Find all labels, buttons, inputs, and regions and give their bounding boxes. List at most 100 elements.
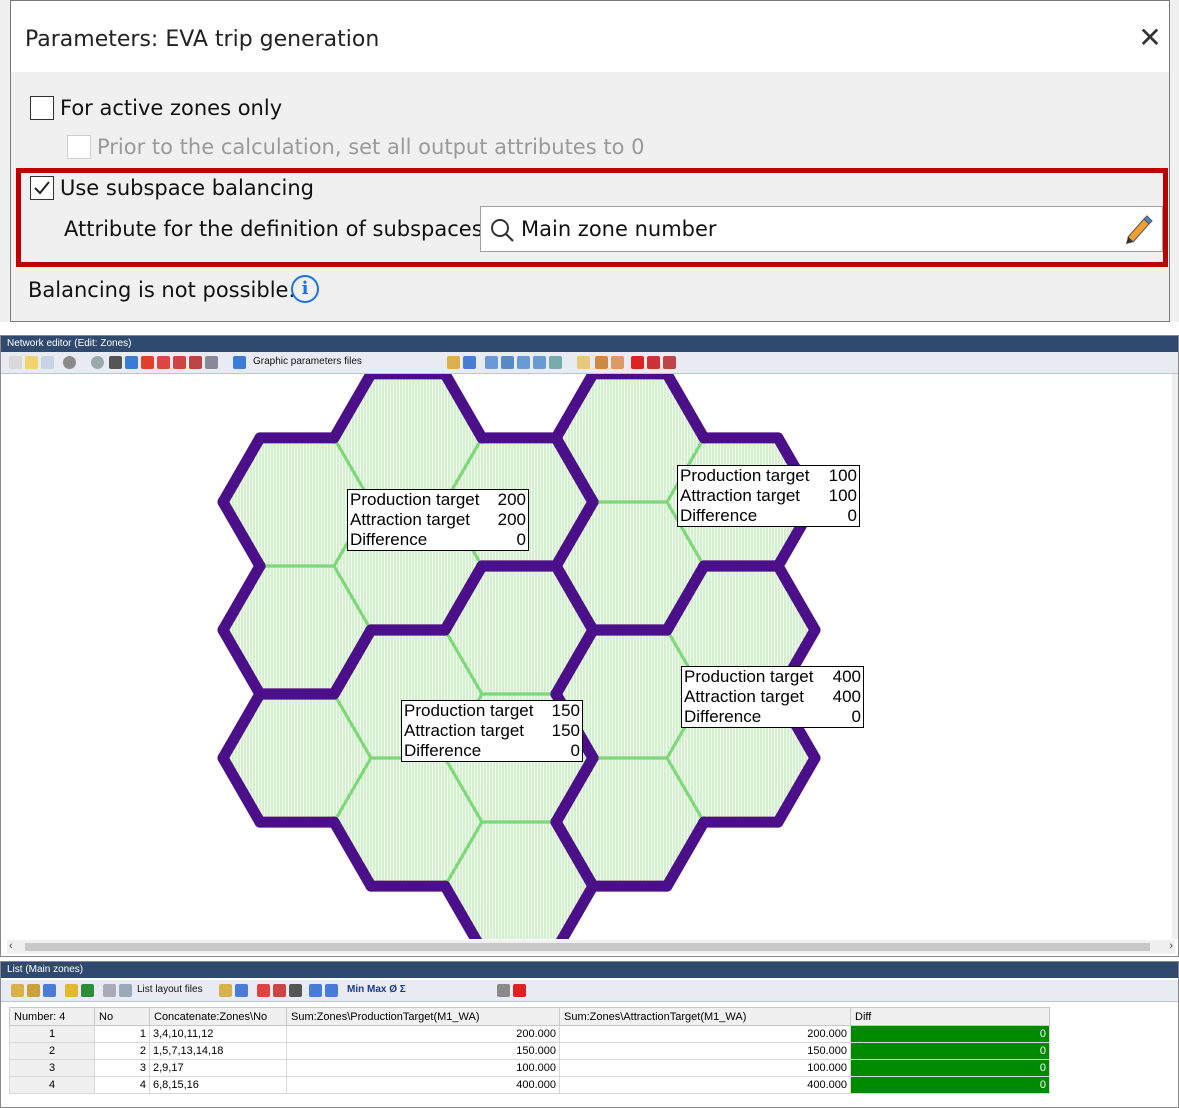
back-icon[interactable] [517, 356, 530, 369]
select-columns-icon[interactable] [103, 984, 116, 997]
excel-icon[interactable] [81, 984, 94, 997]
prod-value: 400 [832, 667, 861, 686]
save-layout-icon[interactable] [235, 984, 248, 997]
print-icon[interactable] [205, 356, 218, 369]
record-icon[interactable] [631, 356, 644, 369]
sort-desc-icon[interactable] [325, 984, 338, 997]
scroll-right-icon[interactable]: › [1169, 940, 1173, 952]
record-icon[interactable] [497, 984, 510, 997]
cell-zones: 2,9,17 [149, 1059, 287, 1077]
edit-icon[interactable] [611, 356, 624, 369]
select-icon[interactable] [25, 356, 38, 369]
graphic-params-files[interactable]: Graphic parameters files [253, 356, 362, 367]
filter-icon[interactable] [257, 984, 270, 997]
select-box-icon[interactable] [41, 356, 54, 369]
dialog-titlebar: Parameters: EVA trip generation ✕ [10, 0, 1170, 72]
marker-icon[interactable] [91, 356, 104, 369]
zone-label-100: Production target 100 Attraction target 10… [677, 465, 860, 527]
active-zones-checkbox[interactable] [30, 96, 54, 120]
stop-icon[interactable] [513, 984, 526, 997]
table-row[interactable]: 2 2 1,5,7,13,14,18 150.000 150.000 0 [9, 1042, 1050, 1060]
cell-attraction: 200.000 [559, 1025, 851, 1043]
filter-edit-icon[interactable] [173, 356, 186, 369]
network-editor-toolbar: Graphic parameters files [1, 352, 1178, 374]
attribute-label: Attribute for the definition of subspace… [64, 217, 490, 241]
col-diff[interactable]: Diff [850, 1007, 1050, 1026]
attr-label: Attraction target [684, 687, 805, 706]
layers-icon[interactable] [141, 356, 154, 369]
layout-icon[interactable] [119, 984, 132, 997]
grid-icon[interactable] [647, 356, 660, 369]
cell-no: 2 [94, 1042, 150, 1060]
graphic-params-icon[interactable] [233, 356, 246, 369]
cell-zones: 3,4,10,11,12 [149, 1025, 287, 1043]
col-concatenate[interactable]: Concatenate:Zones\No [149, 1007, 287, 1026]
node-icon[interactable] [63, 356, 76, 369]
diff-label: Difference [404, 741, 482, 760]
pencil-icon[interactable] [1120, 213, 1154, 247]
close-icon[interactable]: ✕ [1135, 23, 1165, 53]
table-row[interactable]: 4 4 6,8,15,16 400.000 400.000 0 [9, 1076, 1050, 1094]
list-layout-files[interactable]: List layout files [137, 984, 203, 995]
measure-icon[interactable] [595, 356, 608, 369]
table-row[interactable]: 1 1 3,4,10,11,12 200.000 200.000 0 [9, 1025, 1050, 1043]
scroll-thumb[interactable] [25, 943, 1150, 951]
copy-icon[interactable] [11, 984, 24, 997]
pan-icon[interactable] [577, 356, 590, 369]
cell-production: 100.000 [286, 1059, 560, 1077]
binoculars-icon[interactable] [289, 984, 302, 997]
dialog: Parameters: EVA trip generation ✕ For ac… [0, 0, 1179, 322]
subspace-label: Use subspace balancing [60, 176, 314, 200]
view-icon[interactable] [549, 356, 562, 369]
cell-no: 3 [94, 1059, 150, 1077]
zoom-in-icon[interactable] [501, 356, 514, 369]
col-no[interactable]: No [94, 1007, 150, 1026]
database-icon[interactable] [65, 984, 78, 997]
forward-icon[interactable] [533, 356, 546, 369]
row-index: 1 [9, 1025, 95, 1043]
main-zones-table: Number: 4 No Concatenate:Zones\No Sum:Zo… [9, 1007, 1050, 1094]
attribute-input[interactable]: Main zone number [480, 206, 1163, 252]
col-number[interactable]: Number: 4 [9, 1007, 95, 1026]
filter-icon[interactable] [157, 356, 170, 369]
table-row[interactable]: 3 3 2,9,17 100.000 100.000 0 [9, 1059, 1050, 1077]
subspace-checkbox[interactable] [30, 176, 54, 200]
col-attraction[interactable]: Sum:Zones\AttractionTarget(M1_WA) [559, 1007, 851, 1026]
diff-label: Difference [680, 506, 758, 525]
cell-attraction: 100.000 [559, 1059, 851, 1077]
aggregate-buttons[interactable]: Min Max Ø Σ [347, 984, 406, 995]
row-index: 3 [9, 1059, 95, 1077]
vertical-scrollbar[interactable] [1172, 374, 1178, 939]
col-production[interactable]: Sum:Zones\ProductionTarget(M1_WA) [286, 1007, 560, 1026]
info-icon[interactable]: i [291, 275, 319, 303]
list-title: List (Main zones) [1, 962, 1178, 978]
cell-zones: 6,8,15,16 [149, 1076, 287, 1094]
scroll-left-icon[interactable]: ‹ [9, 940, 13, 952]
move-icon[interactable] [9, 356, 22, 369]
attr-label: Attraction target [680, 486, 801, 505]
binoculars-icon[interactable] [109, 356, 122, 369]
save-icon[interactable] [43, 984, 56, 997]
save-icon[interactable] [463, 356, 476, 369]
cell-production: 400.000 [286, 1076, 560, 1094]
cell-diff: 0 [850, 1076, 1050, 1094]
network-canvas[interactable]: Production target 200 Attraction target 20… [7, 374, 1175, 939]
prod-label: Production target [680, 466, 810, 485]
horizontal-scrollbar[interactable]: ‹ › [7, 940, 1175, 954]
prod-label: Production target [404, 701, 534, 720]
filter-edit-icon[interactable] [273, 984, 286, 997]
zoom-icon[interactable] [485, 356, 498, 369]
diff-value: 0 [570, 741, 580, 760]
prior-calc-checkbox [67, 135, 91, 159]
paste-icon[interactable] [27, 984, 40, 997]
export-icon[interactable] [663, 356, 676, 369]
zone-map[interactable] [7, 374, 1175, 939]
open-icon[interactable] [447, 356, 460, 369]
filter-clear-icon[interactable] [189, 356, 202, 369]
list-icon[interactable] [125, 356, 138, 369]
prod-value: 150 [551, 701, 580, 720]
open-icon[interactable] [219, 984, 232, 997]
attr-value: 200 [497, 510, 526, 529]
sort-asc-icon[interactable] [309, 984, 322, 997]
prod-value: 200 [497, 490, 526, 509]
